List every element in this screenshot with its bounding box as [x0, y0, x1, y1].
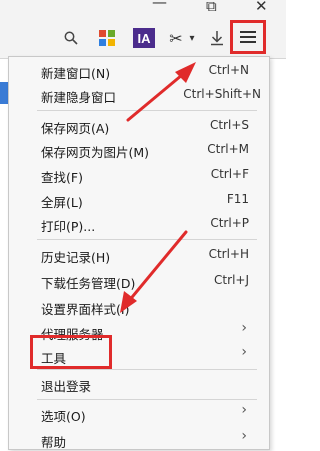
- annotation-arrows: [120, 62, 196, 313]
